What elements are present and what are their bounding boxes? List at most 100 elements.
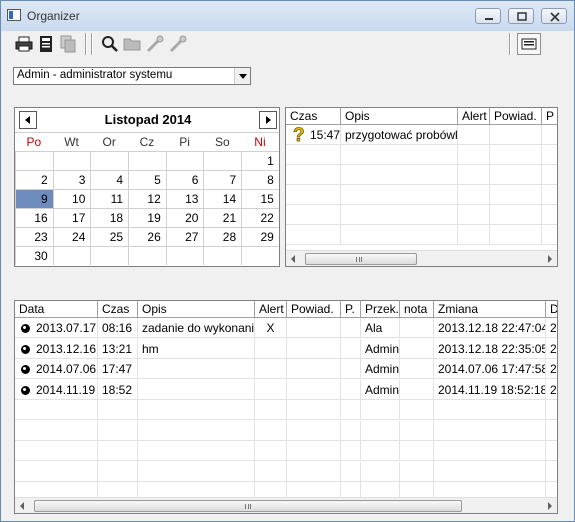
column-header[interactable]: P. (341, 301, 361, 318)
calendar-day-cell[interactable] (165, 246, 204, 265)
column-header[interactable]: nota (400, 301, 434, 318)
column-header[interactable]: Opis (138, 301, 255, 318)
calendar-day-cell[interactable]: 7 (203, 170, 242, 189)
print-preview-button[interactable] (36, 33, 56, 55)
table-cell (138, 379, 255, 400)
scroll-left-icon[interactable] (20, 502, 24, 510)
calendar-day-cell[interactable] (52, 246, 91, 265)
column-header[interactable]: Alert (255, 301, 287, 318)
calendar-day-cell[interactable] (203, 151, 242, 170)
scroll-right-icon[interactable] (548, 255, 552, 263)
calendar-day-cell[interactable]: 4 (90, 170, 129, 189)
calendar-day-cell[interactable]: 29 (241, 227, 279, 246)
calendar-day-cell[interactable]: 24 (52, 227, 91, 246)
calendar-day-cell[interactable]: 11 (90, 189, 129, 208)
table-row[interactable] (286, 205, 557, 225)
table-row[interactable] (286, 145, 557, 165)
calendar-day-cell[interactable]: 10 (52, 189, 91, 208)
scroll-right-icon[interactable] (548, 502, 552, 510)
user-select[interactable]: Admin - administrator systemu (13, 67, 251, 85)
table-row[interactable] (286, 225, 557, 245)
calendar-day-cell[interactable]: 21 (203, 208, 242, 227)
calendar-day-cell[interactable]: 14 (203, 189, 242, 208)
print-button[interactable] (14, 33, 34, 55)
tasks-scrollbar[interactable] (15, 497, 557, 513)
calendar-day-cell[interactable]: 5 (128, 170, 166, 189)
column-header[interactable]: Powiad. (287, 301, 341, 318)
scroll-left-icon[interactable] (291, 255, 295, 263)
calendar-day-cell[interactable]: 22 (241, 208, 279, 227)
calendar-day-cell[interactable]: 13 (165, 189, 204, 208)
copy-button[interactable] (58, 33, 78, 55)
day-tasks-scrollbar[interactable] (286, 250, 557, 266)
tool-button-b[interactable] (168, 33, 188, 55)
table-cell: przygotować probówki (341, 125, 458, 145)
calendar-day-cell[interactable] (90, 246, 129, 265)
calendar-day-cell[interactable] (90, 151, 129, 170)
calendar-day-cell[interactable]: 6 (165, 170, 204, 189)
calendar-day-cell[interactable] (128, 246, 166, 265)
calendar-day-cell[interactable]: 18 (90, 208, 129, 227)
table-cell (400, 420, 434, 441)
calendar-day-cell[interactable] (52, 151, 91, 170)
table-row[interactable]: 2013.12.16 13:21 hm Admin 2013.12.18 22:35:0… (15, 338, 557, 359)
calendar-day-cell[interactable]: 20 (165, 208, 204, 227)
calendar-day-cell[interactable] (241, 246, 279, 265)
column-header[interactable]: Czas (98, 301, 138, 318)
column-header[interactable]: Powiad. (490, 108, 542, 125)
day-tasks-header: Czas Opis Alert Powiad. P (286, 108, 557, 125)
column-header[interactable]: D (546, 301, 557, 318)
calendar-day-cell[interactable]: 9 (15, 189, 53, 208)
table-row[interactable] (286, 185, 557, 205)
previous-month-button[interactable] (19, 111, 37, 129)
table-row[interactable] (15, 400, 557, 420)
calendar-day-cell[interactable]: 30 (15, 246, 53, 265)
calendar-day-cell[interactable]: 17 (52, 208, 91, 227)
calendar-day-cell[interactable]: 23 (15, 227, 53, 246)
table-row[interactable] (15, 461, 557, 482)
calendar-day-cell[interactable]: 27 (165, 227, 204, 246)
close-button[interactable] (541, 8, 567, 24)
column-header[interactable]: Zmiana (434, 301, 546, 318)
calendar-day-cell[interactable]: 19 (128, 208, 166, 227)
calendar-day-cell[interactable]: 15 (241, 189, 279, 208)
table-row[interactable] (15, 441, 557, 461)
calendar-day-cell[interactable] (203, 246, 242, 265)
calendar-day-cell[interactable]: 8 (241, 170, 279, 189)
column-header[interactable]: Czas (286, 108, 341, 125)
open-button[interactable] (122, 33, 142, 55)
calendar-day-cell[interactable] (165, 151, 204, 170)
column-header[interactable]: Data (15, 301, 98, 318)
minimize-button[interactable] (475, 8, 501, 24)
calendar-day-cell[interactable]: 2 (15, 170, 53, 189)
table-row[interactable]: 2013.07.17 08:16 zadanie do wykonania X Ala 2… (15, 318, 557, 338)
chevron-down-icon[interactable] (234, 68, 250, 84)
calendar-day-cell[interactable]: 26 (128, 227, 166, 246)
calendar-day-cell[interactable]: 3 (52, 170, 91, 189)
scrollbar-thumb[interactable] (34, 500, 462, 512)
column-header[interactable]: Przek. (361, 301, 400, 318)
notes-button[interactable] (517, 33, 541, 55)
tool-button-a[interactable] (145, 33, 165, 55)
table-row[interactable] (15, 420, 557, 441)
table-row[interactable]: ? 15:47 przygotować probówki (286, 125, 557, 145)
table-cell (98, 420, 138, 441)
column-header[interactable]: Alert (458, 108, 490, 125)
column-header[interactable]: P (542, 108, 557, 125)
next-month-button[interactable] (259, 111, 277, 129)
calendar-day-cell[interactable]: 28 (203, 227, 242, 246)
calendar-day-cell[interactable]: 16 (15, 208, 53, 227)
calendar-day-cell[interactable]: 1 (241, 151, 279, 170)
calendar-day-cell[interactable] (15, 151, 53, 170)
table-row[interactable] (286, 165, 557, 185)
scrollbar-thumb[interactable] (305, 253, 417, 265)
column-header[interactable]: Opis (341, 108, 458, 125)
calendar-day-cell[interactable] (128, 151, 166, 170)
table-row[interactable]: 2014.07.06 17:47 Admin 2014.07.06 17:47:58 2 (15, 359, 557, 379)
table-row[interactable]: 2014.11.19 18:52 Admin 2014.11.19 18:52:18 2 (15, 379, 557, 400)
calendar-day-cell[interactable]: 12 (128, 189, 166, 208)
calendar-day-cell[interactable]: 25 (90, 227, 129, 246)
search-button[interactable] (100, 33, 120, 55)
table-cell (287, 400, 341, 420)
maximize-button[interactable] (508, 8, 534, 24)
